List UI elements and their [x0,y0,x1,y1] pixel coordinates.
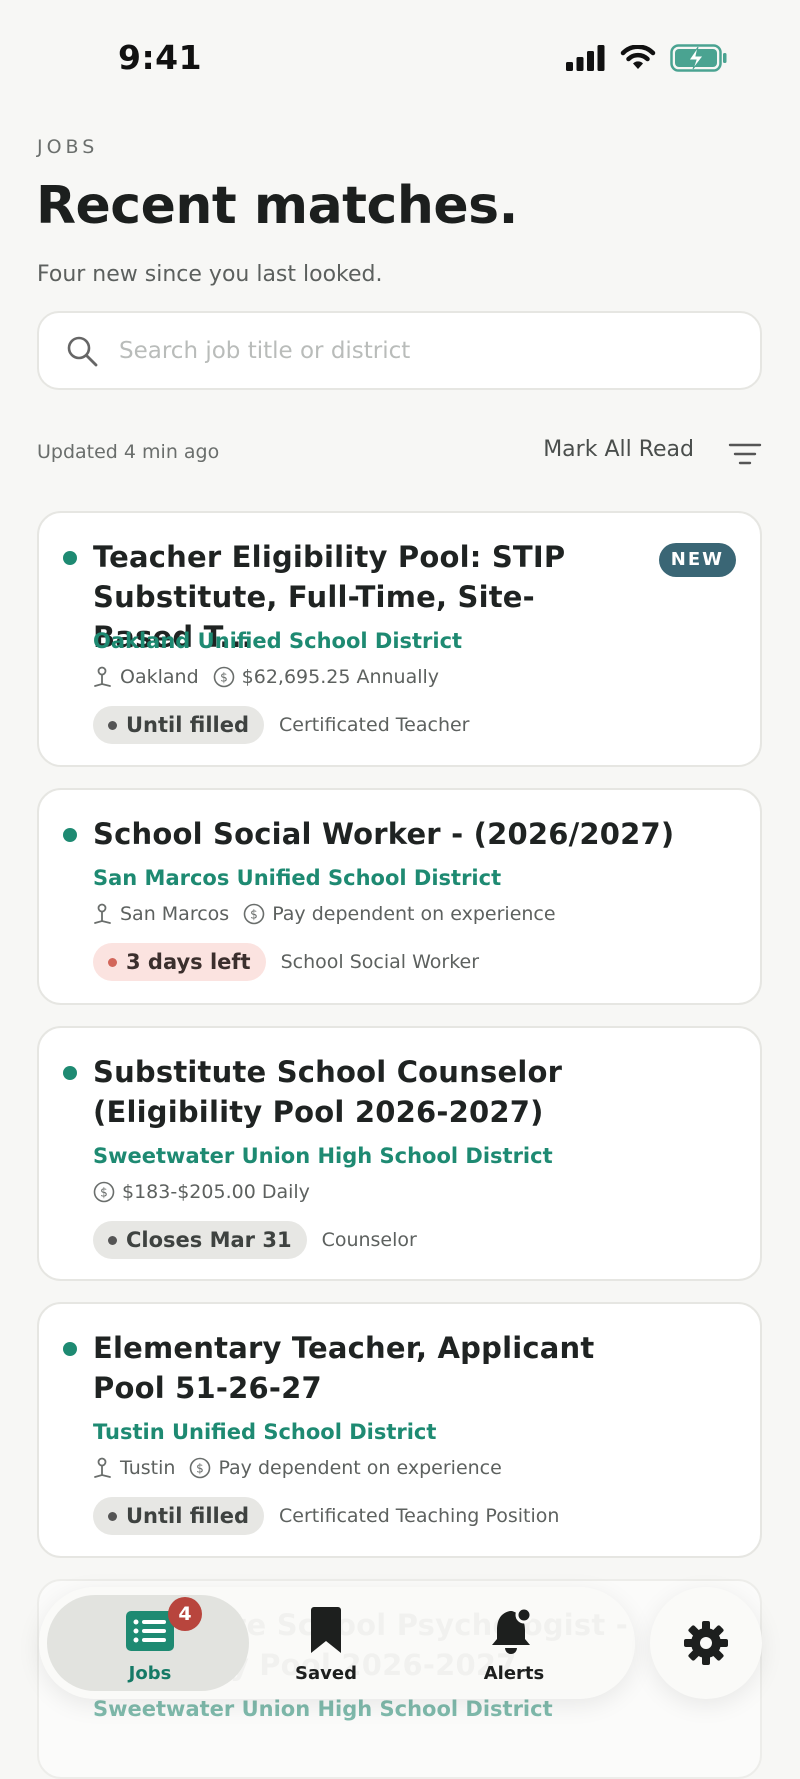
job-salary: $62,695.25 Annually [241,666,440,688]
deadline-pill: Closes Mar 31 [93,1221,307,1259]
tab-jobs[interactable]: 4 Jobs [87,1587,213,1699]
job-category: Counselor [321,1229,417,1251]
battery-charging-icon [670,44,727,72]
job-card[interactable]: Teacher Eligibility Pool: STIP Substitut… [37,511,762,767]
deadline-pill: Until filled [93,1497,264,1535]
page-subtitle: Four new since you last looked. [37,262,383,287]
bookmark-icon [311,1607,341,1653]
section-eyebrow: JOBS [37,136,99,158]
filter-icon[interactable] [728,441,762,467]
tab-jobs-label: Jobs [128,1663,172,1684]
dollar-circle-icon: $ [93,1181,115,1203]
job-location: Tustin [120,1457,176,1479]
location-pin-icon [94,1457,111,1478]
deadline-text: Closes Mar 31 [126,1228,292,1252]
status-icons [566,44,728,72]
job-category: Certificated Teacher [279,714,470,736]
jobs-count-badge: 4 [168,1597,202,1631]
job-tags: 3 days left School Social Worker [93,943,479,981]
unread-indicator [63,1342,77,1356]
deadline-pill: Until filled [93,706,264,744]
search-input[interactable] [117,336,721,365]
job-district: Tustin Unified School District [93,1420,437,1444]
svg-text:$: $ [197,1462,205,1476]
job-info-row: Tustin $ Pay dependent on experience [93,1457,502,1479]
job-district: San Marcos Unified School District [93,866,502,890]
job-card[interactable]: School Social Worker - (2026/2027) San M… [37,788,762,1005]
tab-alerts[interactable]: Alerts [459,1587,569,1699]
job-tags: Closes Mar 31 Counselor [93,1221,417,1259]
tab-alerts-label: Alerts [483,1663,545,1684]
job-title: Substitute School Counselor (Eligibility… [93,1055,563,1129]
deadline-text: Until filled [126,1504,249,1528]
new-badge: NEW [658,543,736,577]
list-meta-row: Updated 4 min ago Mark All Read [37,437,762,469]
cellular-signal-icon [566,45,605,71]
job-salary: Pay dependent on experience [218,1457,502,1479]
job-info-row: San Marcos $ Pay dependent on experience [93,903,556,925]
page-title: Recent matches. [36,176,518,236]
job-district: Sweetwater Union High School District [93,1144,553,1168]
job-category: Certificated Teaching Position [279,1505,560,1527]
status-bar: 9:41 [0,0,800,118]
job-district: Sweetwater Union High School District [93,1697,553,1721]
job-location: Oakland [120,666,199,688]
job-tags: Until filled Certificated Teaching Posit… [93,1497,559,1535]
unread-indicator [63,828,77,842]
job-district: Oakland Unified School District [93,629,463,653]
unread-indicator [63,1066,77,1080]
job-salary: $183-$205.00 Daily [122,1181,310,1203]
gear-icon [684,1621,728,1665]
status-time: 9:41 [118,38,203,77]
bell-icon [492,1606,533,1654]
job-title: Elementary Teacher, Applicant Pool 51-26… [93,1331,595,1405]
search-icon [67,336,98,366]
tab-saved[interactable]: Saved [271,1587,381,1699]
job-info-row: Oakland $ $62,695.25 Annually [93,666,439,688]
job-location: San Marcos [120,903,230,925]
updated-timestamp: Updated 4 min ago [37,441,220,463]
deadline-text: Until filled [126,713,249,737]
mark-all-read-button[interactable]: Mark All Read [543,437,694,462]
tab-saved-label: Saved [295,1663,357,1684]
deadline-text: 3 days left [126,950,251,974]
job-info-row: $ $183-$205.00 Daily [93,1181,310,1203]
job-card[interactable]: Elementary Teacher, Applicant Pool 51-26… [37,1302,762,1558]
location-pin-icon [94,903,111,924]
job-category: School Social Worker [280,951,480,973]
job-title: School Social Worker - (2026/2027) [93,817,675,851]
job-tags: Until filled Certificated Teacher [93,706,470,744]
jobs-list-icon [126,1611,174,1651]
dollar-circle-icon: $ [243,903,265,925]
unread-indicator [63,551,77,565]
wifi-icon [620,45,656,69]
location-pin-icon [94,666,111,687]
svg-text:$: $ [220,671,228,685]
svg-text:$: $ [100,1186,108,1200]
job-card[interactable]: Substitute School Counselor (Eligibility… [37,1026,762,1281]
dollar-circle-icon: $ [213,666,234,688]
search-bar[interactable] [37,311,762,390]
deadline-pill: 3 days left [93,943,266,981]
dollar-circle-icon: $ [190,1457,211,1479]
svg-text:$: $ [250,908,258,922]
job-salary: Pay dependent on experience [272,903,556,925]
bottom-tab-bar: 4 Jobs Saved Alerts [39,1587,635,1699]
settings-button[interactable] [650,1587,762,1699]
